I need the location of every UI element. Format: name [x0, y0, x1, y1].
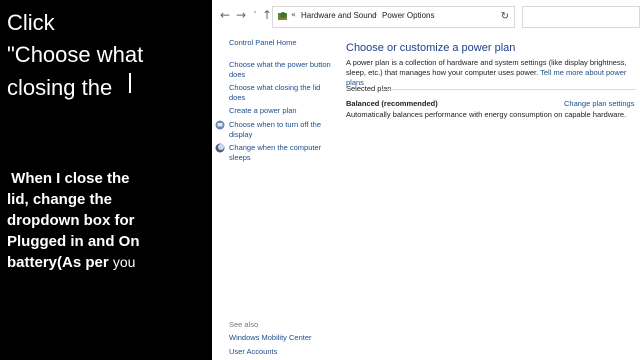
instruction-line-1: Click: [7, 10, 55, 35]
nav-control-panel-home[interactable]: Control Panel Home: [229, 38, 339, 48]
arrow-left-icon[interactable]: ←: [218, 8, 232, 22]
display-icon: [215, 120, 225, 130]
plan-description: Automatically balances performance with …: [346, 110, 627, 119]
nav-create-power-plan[interactable]: Create a power plan: [229, 106, 339, 116]
moon-sleep-icon: [215, 143, 225, 153]
search-input[interactable]: [522, 6, 640, 28]
see-also-mobility-center[interactable]: Windows Mobility Center: [229, 333, 312, 342]
instruction-line-3: closing the: [7, 75, 113, 100]
nav-turn-off-display[interactable]: Choose when to turn off the display: [229, 120, 329, 140]
instruction-body-line: dropdown box for: [7, 212, 135, 229]
breadcrumb-hardware-and-sound[interactable]: Hardware and Sound: [301, 11, 377, 20]
instruction-panel: Click "Choose what closing the When I cl…: [0, 0, 212, 360]
instruction-line-2: "Choose what: [7, 42, 144, 67]
instruction-body-line: lid, change the: [7, 191, 113, 208]
breadcrumb-power-options[interactable]: Power Options: [382, 11, 434, 20]
control-panel-window: ← → ˅ ↑ « Hardware and Sound › Power Opt…: [212, 0, 640, 360]
arrow-right-icon[interactable]: →: [234, 8, 248, 22]
change-plan-settings-link[interactable]: Change plan settings: [564, 99, 634, 108]
instruction-body-line: When I close the: [7, 170, 130, 187]
nav-closing-lid[interactable]: Choose what closing the lid does: [229, 83, 329, 103]
breadcrumb-separator: ›: [374, 10, 378, 19]
nav-computer-sleeps[interactable]: Change when the computer sleeps: [229, 143, 329, 163]
instruction-body-line: Plugged in and On: [7, 233, 140, 250]
control-panel-icon: [278, 12, 287, 20]
see-also-heading: See also: [229, 320, 259, 329]
address-bar[interactable]: « Hardware and Sound › Power Options ˅: [272, 6, 508, 28]
divider: [382, 89, 636, 90]
text-caret: [129, 73, 131, 93]
page-title: Choose or customize a power plan: [346, 42, 516, 54]
instruction-body-text: battery(As per: [7, 254, 109, 271]
nav-power-button[interactable]: Choose what the power button does: [229, 60, 333, 80]
see-also-user-accounts[interactable]: User Accounts: [229, 347, 277, 356]
plan-name: Balanced (recommended): [346, 99, 438, 108]
breadcrumb-overflow[interactable]: «: [291, 10, 296, 19]
refresh-icon[interactable]: ↻: [496, 6, 515, 28]
address-toolbar: ← → ˅ ↑ « Hardware and Sound › Power Opt…: [212, 0, 640, 32]
instruction-body: When I close the lid, change the dropdow…: [7, 168, 207, 273]
instruction-body-line: battery(As per you: [7, 252, 207, 273]
instruction-trailing: you: [112, 254, 136, 270]
